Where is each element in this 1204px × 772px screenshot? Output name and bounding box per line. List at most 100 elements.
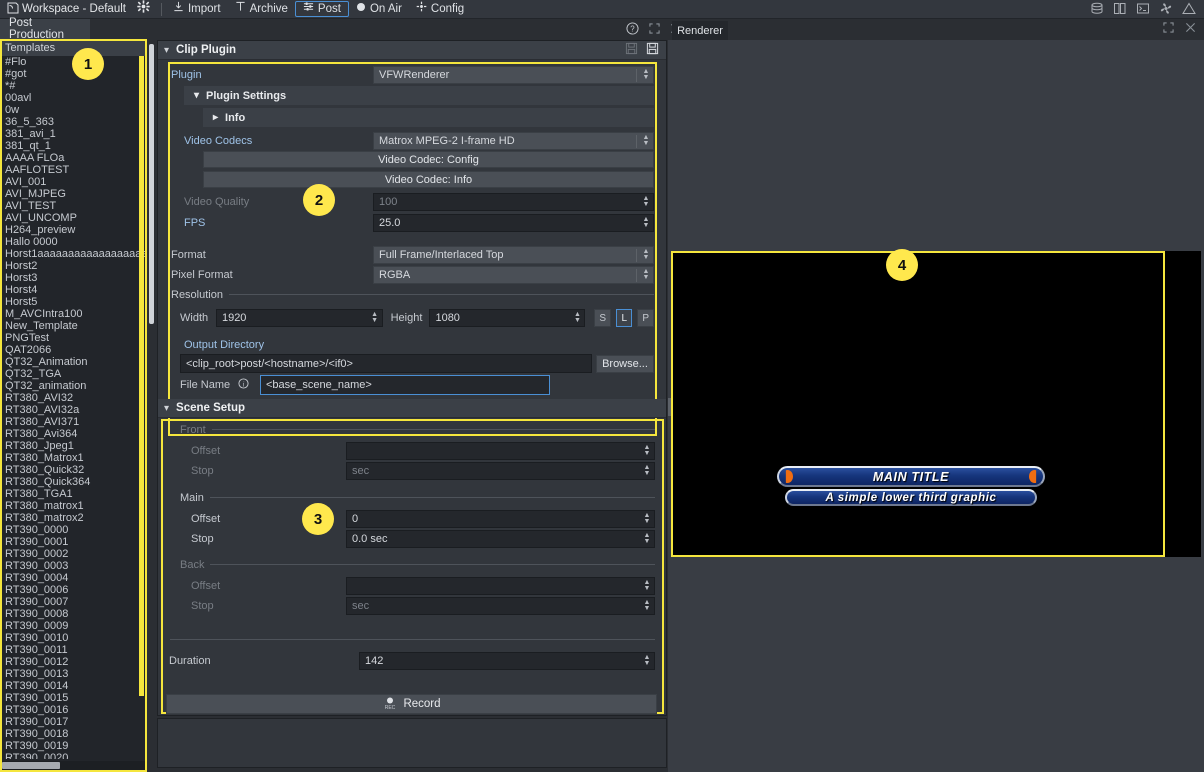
templates-hscroll-thumb[interactable] xyxy=(2,762,60,769)
templates-vscroll-thumb[interactable] xyxy=(139,56,144,696)
template-list-item[interactable]: RT380_matrox1 xyxy=(2,500,145,512)
size-button-l[interactable]: L xyxy=(615,309,633,327)
template-list-item[interactable]: RT380_TGA1 xyxy=(2,488,145,500)
template-list-item[interactable]: RT390_0019 xyxy=(2,740,145,752)
maximize-icon[interactable] xyxy=(649,23,660,37)
renderer-viewport[interactable]: MAIN TITLE A simple lower third graphic xyxy=(671,251,1165,557)
info-group[interactable]: ▸ Info xyxy=(203,108,654,127)
template-list-item[interactable]: RT390_0015 xyxy=(2,692,145,704)
templates-vertical-scrollbar[interactable] xyxy=(139,56,144,759)
template-list-item[interactable]: AVI_MJPEG xyxy=(2,188,145,200)
record-button[interactable]: REC Record xyxy=(166,694,657,714)
template-list-item[interactable]: 381_qt_1 xyxy=(2,140,145,152)
template-list-item[interactable]: RT390_0010 xyxy=(2,632,145,644)
spinner-updown-icon[interactable]: ▲ ▼ xyxy=(572,311,582,325)
chevron-down-icon[interactable]: ▾ xyxy=(194,90,199,101)
template-list-item[interactable]: New_Template xyxy=(2,320,145,332)
template-list-item[interactable]: QT32_Animation xyxy=(2,356,145,368)
menu-item-import[interactable]: Import xyxy=(166,1,228,17)
spinner-updown-icon[interactable]: ▲ ▼ xyxy=(642,599,652,613)
back-stop-input[interactable]: sec ▲ ▼ xyxy=(346,597,655,615)
save-as-icon[interactable] xyxy=(646,42,659,58)
template-list-item[interactable]: RT380_Avi364 xyxy=(2,428,145,440)
spinner-updown-icon[interactable]: ▲ ▼ xyxy=(642,464,652,478)
spinner-updown-icon[interactable]: ▲ ▼ xyxy=(642,444,652,458)
template-list-item[interactable]: *# xyxy=(2,80,145,92)
template-list-item[interactable]: 0w xyxy=(2,104,145,116)
template-list-item[interactable]: RT390_0011 xyxy=(2,644,145,656)
templates-horizontal-scrollbar[interactable] xyxy=(2,761,145,770)
renderer-close-icon[interactable] xyxy=(1185,22,1196,36)
clip-plugin-title-bar[interactable]: ▾ Clip Plugin xyxy=(158,41,666,60)
template-list-item[interactable]: RT390_0014 xyxy=(2,680,145,692)
front-offset-input[interactable]: ▲ ▼ xyxy=(346,442,655,460)
template-list-item[interactable]: RT390_0002 xyxy=(2,548,145,560)
spinner-updown-icon[interactable]: ▲ ▼ xyxy=(642,654,652,668)
template-list-item[interactable]: AAFLOTEST xyxy=(2,164,145,176)
center-scrollbar[interactable] xyxy=(147,39,157,772)
spinner-updown-icon[interactable]: ▲ ▼ xyxy=(642,512,652,526)
template-list-item[interactable]: RT380_matrox2 xyxy=(2,512,145,524)
info-icon[interactable]: i xyxy=(238,378,260,392)
template-list-item[interactable]: RT380_AVI32 xyxy=(2,392,145,404)
template-list-item[interactable]: RT380_AVI32a xyxy=(2,404,145,416)
template-list-item[interactable]: RT390_0001 xyxy=(2,536,145,548)
workspace-title[interactable]: Workspace - Default xyxy=(3,2,130,17)
chevron-down-icon[interactable]: ▾ xyxy=(164,45,169,56)
template-list-item[interactable]: RT380_Quick32 xyxy=(2,464,145,476)
template-list-item[interactable]: Horst3 xyxy=(2,272,145,284)
template-list-item[interactable]: 00avl xyxy=(2,92,145,104)
book-icon[interactable] xyxy=(1113,2,1127,18)
plugin-settings-group[interactable]: ▾ Plugin Settings xyxy=(184,86,654,105)
template-list-item[interactable]: RT390_0006 xyxy=(2,584,145,596)
chevron-down-icon[interactable]: ▾ xyxy=(164,403,169,414)
template-list-item[interactable]: QAT2066 xyxy=(2,344,145,356)
menu-item-archive[interactable]: Archive xyxy=(228,1,295,17)
template-list-item[interactable]: AVI_UNCOMP xyxy=(2,212,145,224)
template-list-item[interactable]: Horst4 xyxy=(2,284,145,296)
template-list-item[interactable]: RT390_0000 xyxy=(2,524,145,536)
spinner-updown-icon[interactable]: ▲ ▼ xyxy=(641,216,651,230)
template-list-item[interactable]: 36_5_363 xyxy=(2,116,145,128)
template-list-item[interactable]: Hallo 0000 xyxy=(2,236,145,248)
warning-icon[interactable] xyxy=(1182,2,1196,18)
template-list-item[interactable]: RT380_AVI371 xyxy=(2,416,145,428)
center-scrollbar-thumb[interactable] xyxy=(149,44,154,324)
help-icon[interactable]: ? xyxy=(626,22,639,38)
template-list-item[interactable]: RT390_0017 xyxy=(2,716,145,728)
front-stop-input[interactable]: sec ▲ ▼ xyxy=(346,462,655,480)
workspace-tab-post-production[interactable]: Post Production xyxy=(0,17,90,41)
file-name-input[interactable]: <base_scene_name> xyxy=(260,375,550,395)
template-list-item[interactable]: AAAA FLOa xyxy=(2,152,145,164)
video-codec-config-button[interactable]: Video Codec: Config xyxy=(203,151,654,168)
template-list-item[interactable]: H264_preview xyxy=(2,224,145,236)
template-list-item[interactable]: Horst2 xyxy=(2,260,145,272)
template-list-item[interactable]: AVI_001 xyxy=(2,176,145,188)
template-list-item[interactable]: RT380_Jpeg1 xyxy=(2,440,145,452)
templates-list[interactable]: #Flo #got *# 00avl 0w 36_5_363 381_avi_1 381_qt… xyxy=(2,56,145,759)
main-stop-input[interactable]: 0.0 sec ▲ ▼ xyxy=(346,530,655,548)
renderer-maximize-icon[interactable] xyxy=(1163,22,1174,36)
chevron-updown-icon[interactable]: ▲ ▼ xyxy=(641,248,651,262)
database-icon[interactable] xyxy=(1090,2,1104,18)
video-quality-input[interactable]: 100 ▲ ▼ xyxy=(373,193,654,211)
save-icon[interactable] xyxy=(625,42,638,58)
plugin-select[interactable]: VFWRenderer ▲ ▼ xyxy=(373,66,654,84)
tab-renderer[interactable]: Renderer xyxy=(672,21,728,40)
template-list-item[interactable]: RT390_0020 xyxy=(2,752,145,759)
template-list-item[interactable]: RT390_0007 xyxy=(2,596,145,608)
chevron-right-icon[interactable]: ▸ xyxy=(213,112,218,123)
chevron-updown-icon[interactable]: ▲ ▼ xyxy=(641,268,651,282)
fan-icon[interactable] xyxy=(1159,2,1173,18)
settings-gear-button[interactable] xyxy=(130,0,157,17)
video-codec-info-button[interactable]: Video Codec: Info xyxy=(203,171,654,188)
template-list-item[interactable]: PNGTest xyxy=(2,332,145,344)
template-list-item[interactable]: RT390_0004 xyxy=(2,572,145,584)
template-list-item[interactable]: AVI_TEST xyxy=(2,200,145,212)
size-button-s[interactable]: S xyxy=(594,309,611,327)
size-button-p[interactable]: P xyxy=(637,309,654,327)
template-list-item[interactable]: M_AVCIntra100 xyxy=(2,308,145,320)
menu-item-config[interactable]: Config xyxy=(409,1,471,17)
template-list-item[interactable]: RT390_0013 xyxy=(2,668,145,680)
height-input[interactable]: 1080 ▲ ▼ xyxy=(429,309,586,327)
